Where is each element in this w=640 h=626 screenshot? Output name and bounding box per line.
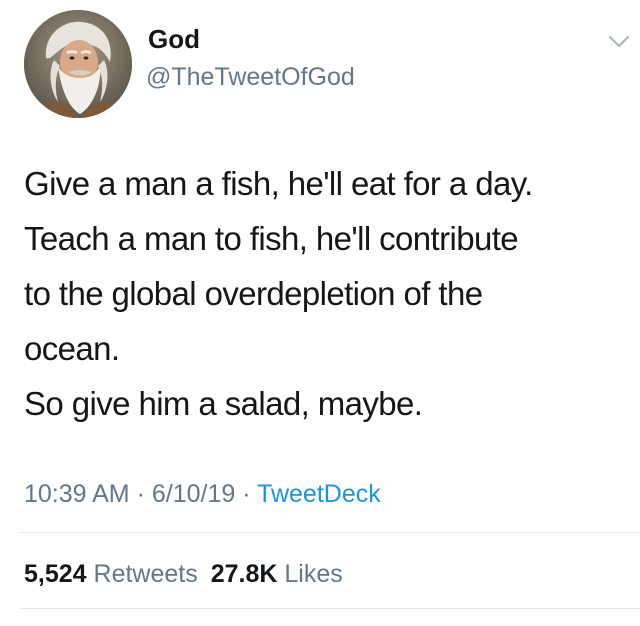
bearded-man-avatar-icon — [24, 10, 132, 118]
user-handle[interactable]: @TheTweetOfGod — [146, 62, 355, 92]
meta-separator: · — [136, 480, 145, 508]
retweets-label: Retweets — [93, 560, 198, 588]
tweet-text-line: ocean. — [24, 330, 120, 367]
tweet-text: Give a man a fish, he'll eat for a day. … — [24, 156, 632, 431]
tweet-card: God @TheTweetOfGod Give a man a fish, he… — [0, 0, 640, 626]
likes-count: 27.8K — [210, 560, 278, 588]
tweet-stats: 5,524 Retweets 27.8K Likes — [24, 558, 343, 590]
chevron-down-icon[interactable] — [608, 34, 630, 50]
tweet-date[interactable]: 6/10/19 — [152, 480, 235, 508]
divider — [20, 608, 640, 609]
likes-label: Likes — [284, 560, 343, 588]
retweets-count: 5,524 — [24, 560, 87, 588]
display-name[interactable]: God — [148, 24, 200, 54]
tweet-text-line: Give a man a fish, he'll eat for a day. — [24, 165, 533, 202]
tweet-time[interactable]: 10:39 AM — [24, 480, 130, 508]
meta-separator: · — [242, 480, 251, 508]
retweets-stat[interactable]: 5,524 Retweets — [24, 560, 205, 588]
tweet-text-line: Teach a man to fish, he'll contribute — [24, 220, 519, 257]
likes-stat[interactable]: 27.8K Likes — [211, 560, 343, 588]
divider — [20, 532, 640, 533]
tweet-text-line: to the global overdepletion of the — [24, 275, 483, 312]
avatar[interactable] — [24, 10, 132, 118]
tweet-source-link[interactable]: TweetDeck — [257, 480, 381, 508]
tweet-text-line: So give him a salad, maybe. — [24, 385, 423, 422]
tweet-meta: 10:39 AM · 6/10/19 · TweetDeck — [24, 478, 381, 510]
